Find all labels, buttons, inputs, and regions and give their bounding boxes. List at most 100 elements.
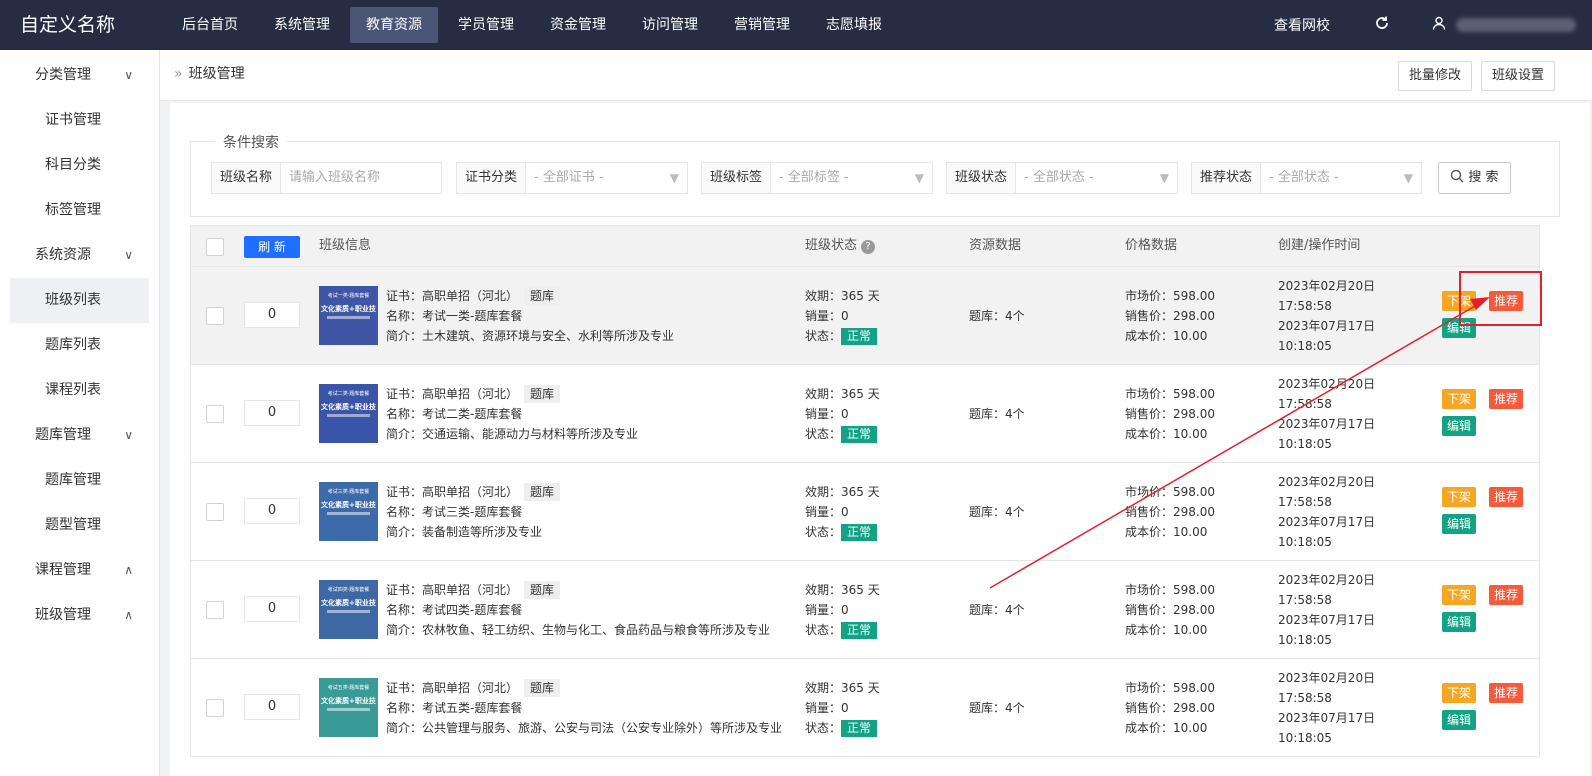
nav-system[interactable]: 系统管理 xyxy=(258,0,346,50)
created-time: 17:58:58 xyxy=(1278,593,1332,607)
class-name[interactable]: 名称：考试一类-题库套餐 xyxy=(386,306,674,326)
class-name[interactable]: 名称：考试四类-题库套餐 xyxy=(386,600,770,620)
recommend-select[interactable]: - 全部状态 - ▼ xyxy=(1261,163,1421,193)
refresh-icon[interactable] xyxy=(1352,15,1412,36)
recommend-button[interactable]: 推荐 xyxy=(1489,389,1524,409)
status-cell: 效期：365 天销量：0 状态： 正常 xyxy=(805,580,880,640)
class-name-input[interactable]: 请输入班级名称 xyxy=(281,163,441,193)
time-cell: 2023年02月20日 17:58:58 2023年07月17日 10:18:05 xyxy=(1278,570,1375,650)
nav-home[interactable]: 后台首页 xyxy=(166,0,254,50)
sort-input[interactable]: 0 xyxy=(244,302,300,328)
take-down-button[interactable]: 下架 xyxy=(1442,389,1477,409)
class-thumbnail[interactable]: 考试四类·题库套餐文化素质+职业技能 xyxy=(319,580,378,639)
cert-text: 证书：高职单招（河北） xyxy=(386,485,519,499)
thumb-title: 文化素质+职业技能 xyxy=(321,599,376,607)
row-checkbox[interactable] xyxy=(206,405,224,423)
sidebar-group-class[interactable]: 班级管理 ∧ xyxy=(0,593,159,638)
header-class-info: 班级信息 xyxy=(319,238,372,253)
search-button[interactable]: 搜 索 xyxy=(1438,162,1511,194)
updated-time: 10:18:05 xyxy=(1278,535,1332,549)
refresh-button[interactable]: 刷 新 xyxy=(244,236,300,258)
nav-access[interactable]: 访问管理 xyxy=(626,0,714,50)
question-icon[interactable]: ? xyxy=(861,240,876,254)
take-down-button[interactable]: 下架 xyxy=(1442,683,1477,703)
caret-down-icon: ▼ xyxy=(669,171,679,185)
class-thumbnail[interactable]: 考试二类·题库套餐文化素质+职业技能 xyxy=(319,384,378,443)
sidebar-group-category[interactable]: 分类管理 ∨ xyxy=(0,53,159,98)
thumb-caption: 考试一类·题库套餐 xyxy=(327,293,370,299)
sidebar-item-certificates[interactable]: 证书管理 xyxy=(0,98,159,143)
status-line: 状态： 正常 xyxy=(805,326,880,346)
sort-input[interactable]: 0 xyxy=(244,498,300,524)
sort-input[interactable]: 0 xyxy=(244,400,300,426)
class-settings-button[interactable]: 班级设置 xyxy=(1481,61,1556,91)
user-name-blurred xyxy=(1456,18,1576,32)
class-intro: 简介：装备制造等所涉及专业 xyxy=(386,525,543,539)
row-checkbox[interactable] xyxy=(206,699,224,717)
type-tag: 题库 xyxy=(524,483,561,501)
cert-select[interactable]: - 全部证书 - ▼ xyxy=(526,163,687,193)
sidebar-item-subjects[interactable]: 科目分类 xyxy=(0,143,159,188)
recommend-button[interactable]: 推荐 xyxy=(1489,585,1524,605)
tag-filter: 班级标签 - 全部标签 - ▼ xyxy=(701,162,933,194)
status-line: 状态： 正常 xyxy=(805,522,880,542)
tag-select[interactable]: - 全部标签 - ▼ xyxy=(771,163,932,193)
sidebar-item-class-list[interactable]: 班级列表 xyxy=(10,278,149,323)
recommend-button[interactable]: 推荐 xyxy=(1489,683,1524,703)
user-menu[interactable] xyxy=(1412,16,1592,34)
edit-button[interactable]: 编辑 xyxy=(1442,710,1477,730)
updated-time: 10:18:05 xyxy=(1278,437,1332,451)
updated-date: 2023年07月17日 xyxy=(1278,515,1376,529)
class-thumbnail[interactable]: 考试五类·题库套餐文化素质+职业技能 xyxy=(319,678,378,737)
sidebar-group-label: 系统资源 xyxy=(35,247,91,263)
nav-finance[interactable]: 资金管理 xyxy=(534,0,622,50)
resource-cell: 题库：4个 xyxy=(969,309,1025,323)
class-name[interactable]: 名称：考试二类-题库套餐 xyxy=(386,404,638,424)
row-checkbox[interactable] xyxy=(206,503,224,521)
edit-button[interactable]: 编辑 xyxy=(1442,612,1477,632)
class-thumbnail[interactable]: 考试一类·题库套餐文化素质+职业技能 xyxy=(319,286,378,345)
class-info: 证书：高职单招（河北） 题库 名称：考试二类-题库套餐 简介：交通运输、能源动力与材料… xyxy=(386,384,638,444)
class-thumbnail[interactable]: 考试三类·题库套餐文化素质+职业技能 xyxy=(319,482,378,541)
sort-input[interactable]: 0 xyxy=(244,694,300,720)
nav-volunteer[interactable]: 志愿填报 xyxy=(810,0,898,50)
view-school-link[interactable]: 查看网校 xyxy=(1252,15,1352,35)
status-cell: 效期：365 天销量：0 状态： 正常 xyxy=(805,384,880,444)
batch-edit-button[interactable]: 批量修改 xyxy=(1398,61,1473,91)
row-checkbox[interactable] xyxy=(206,601,224,619)
sidebar-group-system-resource[interactable]: 系统资源 ∨ xyxy=(0,233,159,278)
created-date: 2023年02月20日 xyxy=(1278,573,1376,587)
edit-button[interactable]: 编辑 xyxy=(1442,416,1477,436)
sidebar-group-course[interactable]: 课程管理 ∧ xyxy=(0,548,159,593)
sidebar-item-tags[interactable]: 标签管理 xyxy=(0,188,159,233)
sidebar-item-bank-list[interactable]: 题库列表 xyxy=(0,323,159,368)
nav-students[interactable]: 学员管理 xyxy=(442,0,530,50)
select-all-checkbox[interactable] xyxy=(206,238,224,256)
sidebar-item-bank-manage[interactable]: 题库管理 xyxy=(0,458,159,503)
take-down-button[interactable]: 下架 xyxy=(1442,585,1477,605)
price-cell: 市场价：598.00 销售价：298.00 成本价：10.00 xyxy=(1125,286,1215,346)
filter-label: 证书分类 xyxy=(457,163,527,193)
sidebar-item-question-types[interactable]: 题型管理 xyxy=(0,503,159,548)
class-name[interactable]: 名称：考试五类-题库套餐 xyxy=(386,698,782,718)
class-name[interactable]: 名称：考试三类-题库套餐 xyxy=(386,502,560,522)
nav-education[interactable]: 教育资源 xyxy=(350,7,438,43)
chevron-up-icon: ∧ xyxy=(124,563,133,577)
edit-button[interactable]: 编辑 xyxy=(1442,514,1477,534)
sort-input[interactable]: 0 xyxy=(244,596,300,622)
nav-marketing[interactable]: 营销管理 xyxy=(718,0,806,50)
app-logo[interactable]: 自定义名称 xyxy=(20,0,160,50)
type-tag: 题库 xyxy=(524,581,561,599)
sale-price: 销售价：298.00 xyxy=(1125,701,1215,715)
header-class-status: 班级状态? xyxy=(805,226,876,266)
sidebar-group-bank[interactable]: 题库管理 ∨ xyxy=(0,413,159,458)
search-panel: 条件搜索 班级名称 请输入班级名称 证书分类 - 全部证书 - ▼ 班级标签 - … xyxy=(190,132,1560,217)
status-select[interactable]: - 全部状态 - ▼ xyxy=(1016,163,1177,193)
header-resource: 资源数据 xyxy=(969,238,1022,253)
sidebar-item-course-list[interactable]: 课程列表 xyxy=(0,368,159,413)
sale-price: 销售价：298.00 xyxy=(1125,505,1215,519)
recommend-button[interactable]: 推荐 xyxy=(1489,487,1524,507)
class-table: 刷 新 班级信息 班级状态? 资源数据 价格数据 创建/操作时间 0 考试一类·题… xyxy=(190,225,1540,757)
row-checkbox[interactable] xyxy=(206,307,224,325)
take-down-button[interactable]: 下架 xyxy=(1442,487,1477,507)
